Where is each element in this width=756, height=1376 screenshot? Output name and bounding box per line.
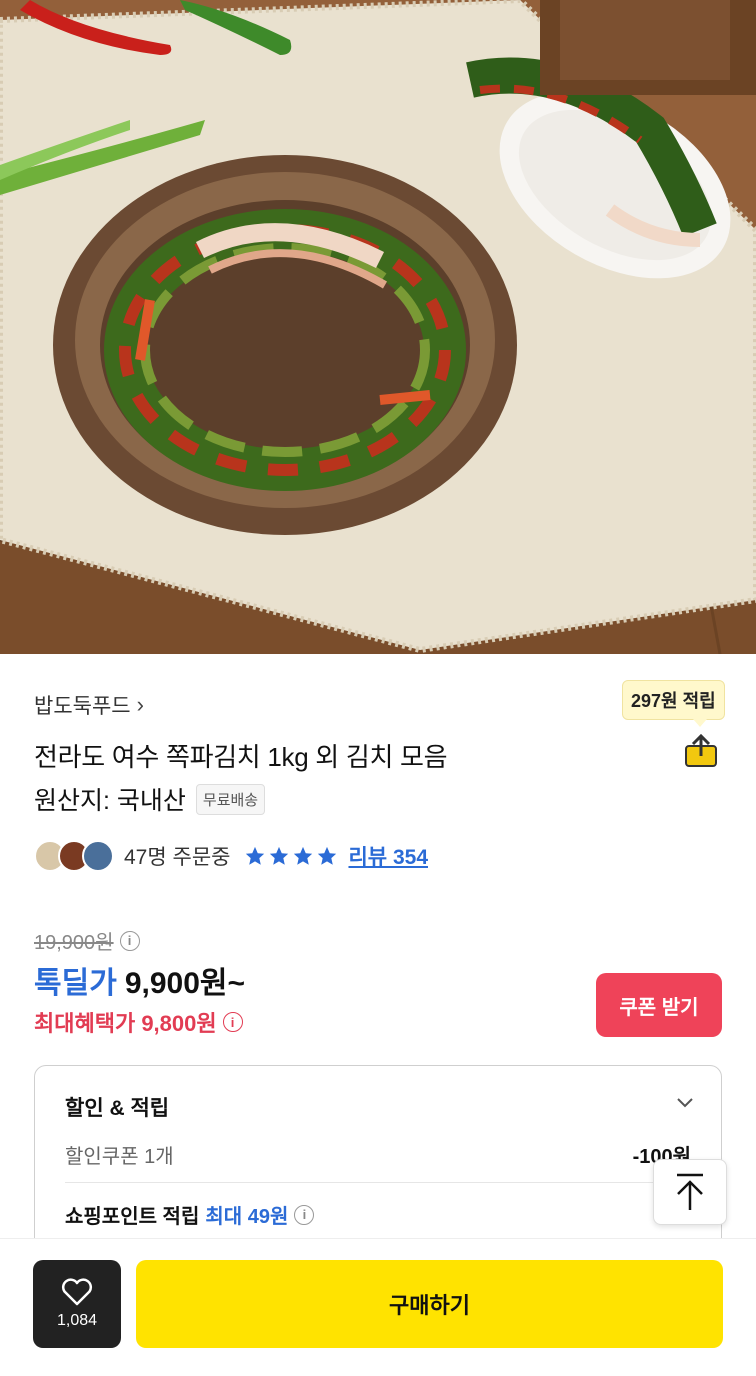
- max-benefit-row: 최대혜택가 9,800원 i: [34, 1006, 243, 1038]
- share-icon: [685, 733, 717, 767]
- star-icon: [318, 846, 337, 865]
- like-button[interactable]: 1,084: [33, 1260, 121, 1348]
- social-proof-row: 47명 주문중 리뷰 354: [34, 840, 428, 872]
- benefits-title: 할인 & 적립: [65, 1097, 170, 1120]
- get-coupon-button[interactable]: 쿠폰 받기: [596, 973, 722, 1037]
- seller-name: 밥도둑푸드: [34, 695, 131, 718]
- info-icon[interactable]: i: [119, 930, 140, 951]
- origin-row: 원산지: 국내산 무료배송: [34, 781, 266, 817]
- shopping-point-row: 쇼핑포인트 적립 최대 49원 i: [65, 1200, 315, 1229]
- star-icon: [246, 846, 265, 865]
- original-price: 19,900원: [34, 932, 114, 954]
- arrow-up-icon: [677, 1173, 703, 1210]
- product-image[interactable]: [0, 0, 756, 654]
- buyers-count: 47명 주문중: [124, 846, 231, 869]
- deal-price: 9,900원~: [124, 967, 246, 1000]
- star-icon: [270, 846, 289, 865]
- review-link[interactable]: 리뷰 354: [348, 841, 428, 871]
- product-photo-illustration: [0, 0, 756, 654]
- avatar: [82, 840, 114, 872]
- deal-label: 톡딜가: [34, 967, 117, 1000]
- chevron-right-icon: ›: [136, 692, 144, 717]
- original-price-row: 19,900원 i: [34, 926, 140, 955]
- origin-text: 원산지: 국내산: [34, 787, 186, 815]
- share-button[interactable]: [682, 732, 720, 770]
- scroll-top-button[interactable]: [653, 1159, 727, 1225]
- free-shipping-badge: 무료배송: [195, 783, 266, 815]
- discount-coupon-label: 할인쿠폰 1개: [65, 1146, 174, 1168]
- chevron-down-icon[interactable]: [675, 1092, 695, 1112]
- deal-price-row: 톡딜가 9,900원~: [34, 958, 245, 1002]
- product-title: 전라도 여수 쪽파김치 1kg 외 김치 모음: [34, 742, 448, 772]
- heart-icon: [61, 1278, 93, 1306]
- points-tooltip: 297원 적립: [622, 680, 725, 727]
- shopping-point-max: 최대 49원: [205, 1206, 289, 1228]
- benefits-panel[interactable]: 할인 & 적립 할인쿠폰 1개 -100원 쇼핑포인트 적립 최대 49원 i: [34, 1065, 722, 1265]
- info-icon[interactable]: i: [294, 1204, 315, 1225]
- bottom-action-bar: 1,084 구매하기: [0, 1238, 756, 1376]
- max-benefit-price: 최대혜택가 9,800원: [34, 1011, 217, 1036]
- star-icon: [294, 846, 313, 865]
- rating-stars: [244, 845, 338, 867]
- buy-button[interactable]: 구매하기: [136, 1260, 723, 1348]
- shopping-point-label: 쇼핑포인트 적립: [65, 1206, 200, 1228]
- seller-link[interactable]: 밥도둑푸드 ›: [34, 690, 144, 720]
- divider: [65, 1182, 691, 1183]
- like-count: 1,084: [56, 1312, 98, 1329]
- info-icon[interactable]: i: [222, 1012, 243, 1032]
